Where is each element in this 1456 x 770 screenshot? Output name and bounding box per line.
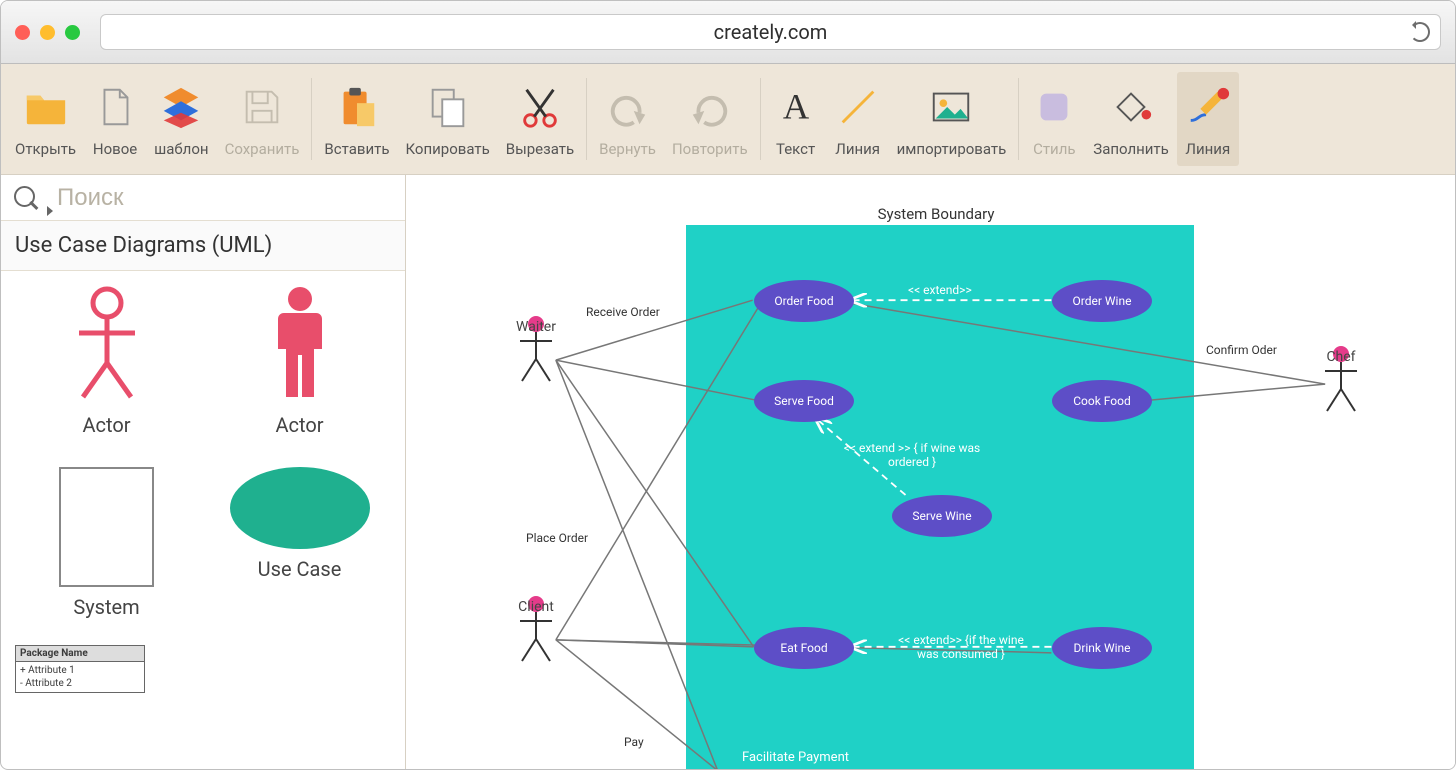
shape-uml-class[interactable]: Package Name + Attribute 1 - Attribute 2 [15,645,145,693]
system-box-icon [59,467,154,587]
label-extend-3: << extend>> {if the wine was consumed } [886,633,1036,661]
paste-button[interactable]: Вставить [316,72,397,166]
text-icon: A [773,84,819,130]
new-file-icon [92,84,138,130]
shapes-sidebar: Use Case Diagrams (UML) Actor Actor [1,175,406,770]
shape-usecase[interactable]: Use Case [208,467,391,619]
address-bar[interactable]: creately.com [100,14,1441,50]
actor-stick-icon [67,285,147,405]
label-extend-1: << extend>> [908,283,972,297]
scissors-icon [517,84,563,130]
line-icon [835,84,881,130]
search-icon[interactable] [11,183,41,213]
line-button[interactable]: Линия [827,72,889,166]
import-button[interactable]: импортировать [889,72,1015,166]
template-button[interactable]: шаблон [146,72,216,166]
uc-drink-wine[interactable]: Drink Wine [1052,627,1152,669]
copy-button[interactable]: Копировать [397,72,497,166]
minimize-window-icon[interactable] [40,25,55,40]
shape-actor-stick[interactable]: Actor [15,285,198,437]
label-pay: Pay [624,735,644,749]
label-receive-order: Receive Order [586,305,660,319]
copy-icon [425,84,471,130]
pencil-icon [1185,84,1231,130]
undo-button[interactable]: Вернуть [591,72,664,166]
style-button[interactable]: Стиль [1023,72,1085,166]
uc-order-food[interactable]: Order Food [754,280,854,322]
clipboard-icon [334,84,380,130]
usecase-ellipse-icon [230,467,370,549]
fill-button[interactable]: Заполнить [1085,72,1177,166]
browser-titlebar: creately.com [1,1,1455,64]
save-button[interactable]: Сохранить [217,72,308,166]
cut-button[interactable]: Вырезать [498,72,582,166]
new-button[interactable]: Новое [84,72,146,166]
uc-eat-food[interactable]: Eat Food [754,627,854,669]
undo-icon [605,84,651,130]
uc-serve-food[interactable]: Serve Food [754,380,854,422]
uc-cook-food[interactable]: Cook Food [1052,380,1152,422]
bucket-icon [1108,84,1154,130]
uc-facilitate-payment[interactable]: Facilitate Payment [742,750,849,765]
uc-order-wine[interactable]: Order Wine [1052,280,1152,322]
system-boundary-label: System Boundary [846,205,1026,223]
search-input[interactable] [55,183,395,213]
shape-actor-human[interactable]: Actor [208,285,391,437]
image-icon [928,84,974,130]
actor-human-icon [260,285,340,405]
style-icon [1031,84,1077,130]
diagram-canvas[interactable]: System Boundary [406,175,1455,770]
app-toolbar: Открыть Новое шаблон Сохранить [1,64,1455,175]
search-dropdown-icon[interactable] [47,206,53,216]
maximize-window-icon[interactable] [65,25,80,40]
text-button[interactable]: A Текст [765,72,827,166]
line-style-button[interactable]: Линия [1177,72,1239,166]
window-controls [15,25,80,40]
save-icon [239,84,285,130]
label-place-order: Place Order [526,531,588,545]
url-text: creately.com [714,20,828,44]
open-button[interactable]: Открыть [7,72,84,166]
folder-icon [23,84,69,130]
layers-icon [158,84,204,130]
label-extend-2: << extend >> { if wine was ordered } [832,441,992,469]
svg-text:A: A [782,87,809,127]
shapes-panel-title: Use Case Diagrams (UML) [1,221,405,271]
redo-icon [687,84,733,130]
redo-button[interactable]: Повторить [664,72,756,166]
reload-icon[interactable] [1410,22,1430,42]
shape-system[interactable]: System [15,467,198,619]
uc-serve-wine[interactable]: Serve Wine [892,495,992,537]
close-window-icon[interactable] [15,25,30,40]
label-confirm-order: Confirm Oder [1206,343,1277,357]
